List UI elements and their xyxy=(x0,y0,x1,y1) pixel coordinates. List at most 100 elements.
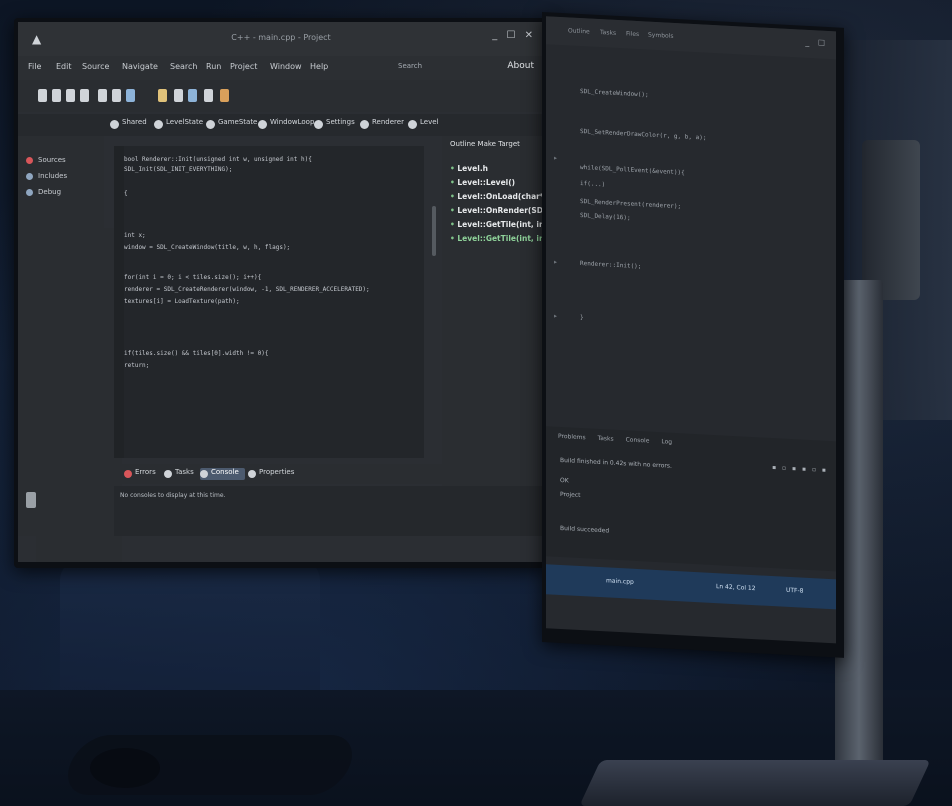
new-file-icon[interactable] xyxy=(38,89,47,102)
tab-label: Settings xyxy=(326,118,355,126)
tab-gamestate[interactable]: GameState xyxy=(206,118,257,132)
tab-level[interactable]: Level xyxy=(408,118,438,132)
menu-search[interactable]: Search xyxy=(170,62,197,71)
menu-run[interactable]: Run xyxy=(206,62,221,71)
toolbar xyxy=(18,80,544,112)
open-file-icon[interactable] xyxy=(52,89,61,102)
code-line: int x; xyxy=(124,232,146,239)
file-icon xyxy=(360,120,369,129)
menu-edit[interactable]: Edit xyxy=(56,62,72,71)
outline-item[interactable]: Level::GetTile(int, int) xyxy=(450,220,544,229)
left-screen: ▲ C++ - main.cpp - Project _ ☐ ✕ File Ed… xyxy=(18,22,544,562)
explorer-item-label: Includes xyxy=(38,172,68,180)
monitor-stand-base xyxy=(579,760,931,806)
file-icon xyxy=(258,120,267,129)
project-explorer: Sources Includes Debug xyxy=(18,136,104,536)
panel-tab[interactable]: Console xyxy=(626,436,650,444)
tab-label: WindowLoop xyxy=(270,118,315,126)
status-bar: main.cpp Ln 42, Col 12 UTF-8 xyxy=(546,564,836,610)
tab-label: Shared xyxy=(122,118,147,126)
terminal-icon[interactable] xyxy=(188,89,197,102)
menu-navigate[interactable]: Navigate xyxy=(122,62,158,71)
tab-windowloop[interactable]: WindowLoop xyxy=(258,118,314,132)
menu-file[interactable]: File xyxy=(28,62,41,71)
code-line: window = SDL_CreateWindow(title, w, h, f… xyxy=(124,244,291,251)
search-button[interactable]: Search xyxy=(398,62,422,70)
explorer-item-debug[interactable]: Debug xyxy=(26,188,61,196)
code-editor[interactable]: bool Renderer::Init(unsigned int w, unsi… xyxy=(114,146,424,458)
tab-properties[interactable]: Properties xyxy=(248,468,294,480)
explorer-item-label: Sources xyxy=(38,156,66,164)
code-line: SDL_Init(SDL_INIT_EVERYTHING); xyxy=(124,166,233,173)
code-line: textures[i] = LoadTexture(path); xyxy=(124,298,240,305)
tab-label: Errors xyxy=(135,468,156,476)
panel-controls[interactable]: ▪ ▫ ▪ ▪ ▫ ▪ xyxy=(772,464,828,474)
status-position: Ln 42, Col 12 xyxy=(716,583,756,593)
header-tab[interactable]: Tasks xyxy=(600,29,616,37)
code-line: while(SDL_PollEvent(&event)){ xyxy=(580,163,685,177)
left-monitor: ▲ C++ - main.cpp - Project _ ☐ ✕ File Ed… xyxy=(14,18,548,568)
tab-console[interactable]: Console xyxy=(200,468,245,480)
panel-tab[interactable]: Tasks xyxy=(598,435,614,443)
outline-item[interactable]: Level::OnRender(SDL_Re xyxy=(450,206,544,215)
outline-item-active[interactable]: Level::GetTile(int, int) xyxy=(450,234,544,243)
editor-scrollbar[interactable] xyxy=(430,146,438,458)
scrollbar-thumb[interactable] xyxy=(432,206,436,256)
panel-line: Build succeeded xyxy=(560,524,610,535)
office-chair xyxy=(60,560,320,700)
tab-errors[interactable]: Errors xyxy=(124,468,156,480)
external-tools-icon[interactable] xyxy=(220,89,229,102)
properties-icon xyxy=(248,470,256,478)
console-message: No consoles to display at this time. xyxy=(120,492,226,499)
folder-icon xyxy=(26,173,33,180)
code-line: SDL_SetRenderDrawColor(r, g, b, a); xyxy=(580,127,707,142)
code-line: } xyxy=(580,313,584,322)
fold-marker[interactable]: ▸ xyxy=(554,259,557,266)
tab-label: Level xyxy=(420,118,439,126)
window-controls[interactable]: _ ☐ xyxy=(805,38,828,48)
tab-renderer[interactable]: Renderer xyxy=(360,118,404,132)
fold-marker[interactable]: ▸ xyxy=(554,155,557,162)
tab-levelstate[interactable]: LevelState xyxy=(154,118,203,132)
menu-window[interactable]: Window xyxy=(270,62,302,71)
outline-item[interactable]: Level.h xyxy=(450,164,488,173)
window-controls[interactable]: _ ☐ ✕ xyxy=(492,30,536,41)
header-tab[interactable]: Files xyxy=(626,30,639,38)
menu-project[interactable]: Project xyxy=(230,62,257,71)
explorer-item-includes[interactable]: Includes xyxy=(26,172,67,180)
tab-settings[interactable]: Settings xyxy=(314,118,355,132)
build-icon[interactable] xyxy=(98,89,107,102)
file-icon xyxy=(314,120,323,129)
header-tab[interactable]: Outline xyxy=(568,27,590,35)
menu-source[interactable]: Source xyxy=(82,62,109,71)
tab-shared[interactable]: Shared xyxy=(110,118,147,132)
trash-icon[interactable] xyxy=(26,492,36,508)
save-icon[interactable] xyxy=(66,89,75,102)
menu-help[interactable]: Help xyxy=(310,62,328,71)
code-line: { xyxy=(124,190,128,197)
tab-label: Tasks xyxy=(175,468,194,476)
tab-tasks[interactable]: Tasks xyxy=(164,468,194,480)
panel-tab[interactable]: Log xyxy=(661,438,672,446)
fold-marker[interactable]: ▸ xyxy=(554,313,557,320)
mouse xyxy=(90,748,160,788)
about-button[interactable]: About xyxy=(507,61,534,71)
profile-icon[interactable] xyxy=(204,89,213,102)
warning-icon[interactable] xyxy=(158,89,167,102)
user-icon[interactable] xyxy=(126,89,135,102)
panel-tabs: Problems Tasks Console Log xyxy=(558,433,682,447)
debug-icon[interactable] xyxy=(112,89,121,102)
title-bar: ▲ C++ - main.cpp - Project _ ☐ ✕ xyxy=(18,22,544,56)
code-line: if(tiles.size() && tiles[0].width != 0){ xyxy=(124,350,269,357)
tab-label: Renderer xyxy=(372,118,404,126)
header-tab[interactable]: Symbols xyxy=(648,32,673,40)
save-all-icon[interactable] xyxy=(80,89,89,102)
outline-header[interactable]: Outline Make Target xyxy=(450,140,520,148)
run-icon[interactable] xyxy=(174,89,183,102)
right-monitor: Outline Tasks Files Symbols _ ☐ SDL_Crea… xyxy=(542,12,844,658)
right-bottom-panel: Problems Tasks Console Log ▪ ▫ ▪ ▪ ▫ ▪ B… xyxy=(546,426,836,572)
outline-item[interactable]: Level::OnLoad(char*) xyxy=(450,192,544,201)
panel-tab[interactable]: Problems xyxy=(558,433,586,441)
explorer-item-sources[interactable]: Sources xyxy=(26,156,66,164)
outline-item[interactable]: Level::Level() xyxy=(450,178,515,187)
